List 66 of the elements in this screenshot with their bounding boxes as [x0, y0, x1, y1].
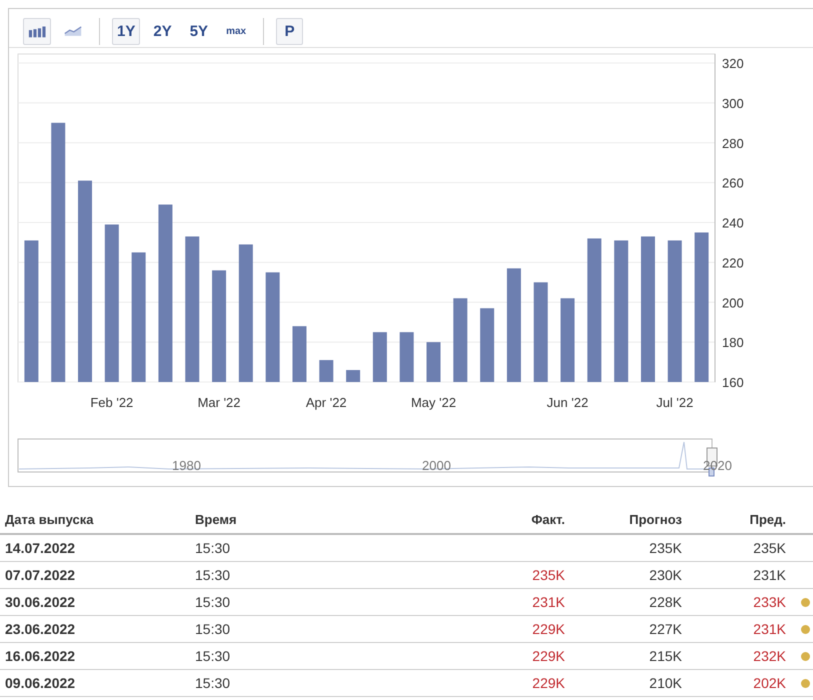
y-axis-label: 220 — [722, 255, 744, 270]
date-cell-text: 07.07.2022 — [5, 567, 76, 583]
column-header: Факт. — [530, 512, 565, 527]
previous-cell-text: 231K — [752, 621, 786, 637]
y-axis-label: 180 — [722, 335, 744, 350]
x-axis-label: Mar '22 — [198, 395, 241, 410]
time-cell-text: 15:30 — [195, 621, 232, 637]
bar — [292, 326, 306, 382]
column-header: Прогноз — [628, 512, 682, 527]
time-cell-text: 15:30 — [195, 648, 232, 664]
y-axis-label: 300 — [722, 96, 744, 111]
date-cell-text: 14.07.2022 — [5, 540, 76, 556]
previous-cell-text: 231K — [752, 567, 786, 583]
navigator-label: 2000 — [422, 458, 451, 473]
forecast-cell-text: 215K — [648, 648, 682, 664]
navigator-label: 1980 — [172, 458, 201, 473]
x-axis-label: May '22 — [410, 395, 456, 410]
previous-cell-text: 232K — [752, 648, 786, 664]
bar — [400, 332, 414, 382]
area-chart-icon — [64, 24, 82, 38]
y-axis-label: 160 — [722, 375, 744, 390]
period-button[interactable]: 5Y — [184, 18, 214, 44]
forecast-cell-text: 227K — [648, 621, 682, 637]
bar-chart-icon — [28, 24, 46, 38]
previous-cell-text: 202K — [752, 675, 786, 691]
date-cell-text: 16.06.2022 — [5, 648, 76, 664]
y-axis-label: 240 — [722, 216, 744, 230]
previous-cell-text: 233K — [752, 594, 786, 610]
forecast-cell-text: 210K — [648, 675, 682, 691]
time-cell-text: 15:30 — [195, 594, 232, 610]
date-cell-text: 23.06.2022 — [5, 621, 76, 637]
y-axis-label: 320 — [722, 56, 744, 71]
period-button[interactable]: 2Y — [148, 18, 177, 44]
period-button[interactable]: max — [221, 18, 252, 44]
forecast-cell-text: 235K — [648, 540, 682, 556]
y-axis-label: 280 — [722, 136, 744, 151]
chart-type-button[interactable] — [23, 18, 51, 44]
column-header: Дата выпуска — [5, 512, 95, 527]
time-cell-text: 15:30 — [195, 540, 232, 556]
bar — [319, 360, 334, 382]
y-axis-label: 200 — [722, 295, 744, 310]
date-cell-text: 09.06.2022 — [5, 675, 76, 691]
x-axis-label: Feb '22 — [90, 395, 134, 410]
bar — [346, 370, 360, 382]
forecast-cell-text: 230K — [648, 567, 682, 583]
actual-cell: 235K — [532, 567, 565, 583]
p-button[interactable]: P — [276, 18, 304, 44]
actual-cell: 231K — [532, 594, 565, 610]
actual-cell: 229K — [532, 675, 565, 691]
time-cell-text: 15:30 — [195, 675, 232, 691]
x-axis-label: Apr '22 — [306, 395, 347, 410]
forecast-cell-text: 228K — [648, 594, 682, 610]
previous-cell-text: 235K — [752, 540, 786, 556]
actual-cell: 229K — [532, 621, 565, 637]
y-axis-label: 260 — [722, 176, 744, 191]
navigator-label: 2020 — [703, 458, 732, 473]
date-cell-text: 30.06.2022 — [5, 594, 76, 610]
bar — [426, 342, 441, 382]
column-header: Пред. — [748, 512, 786, 527]
actual-cell: 229K — [532, 648, 565, 664]
x-axis-label: Jul '22 — [656, 395, 694, 410]
bar — [372, 332, 387, 382]
x-axis-label: Jun '22 — [546, 395, 588, 410]
period-button[interactable]: 1Y — [112, 18, 140, 44]
time-cell-text: 15:30 — [195, 567, 232, 583]
column-header: Время — [195, 512, 238, 527]
